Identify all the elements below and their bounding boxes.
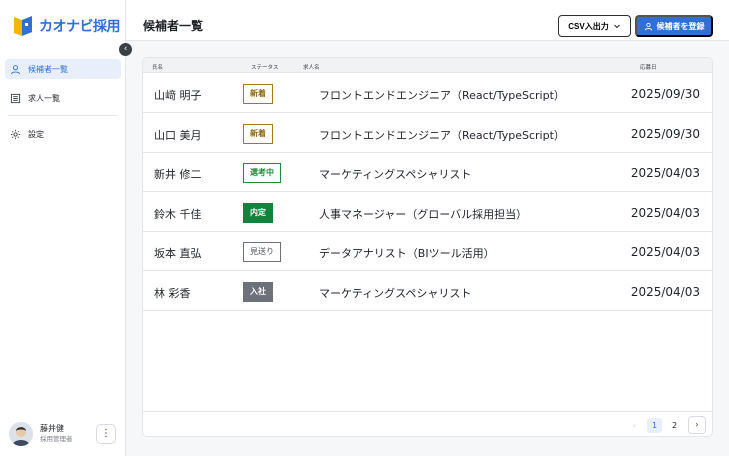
avatar (9, 422, 33, 446)
register-candidate-button[interactable]: 候補者を登録 (635, 15, 713, 37)
sidebar-collapse-button[interactable]: ‹ (119, 43, 132, 56)
sidebar-item-label: 求人一覧 (28, 93, 60, 103)
candidate-name: 坂本 直弘 (154, 247, 202, 260)
column-header-name[interactable]: 氏名 (152, 63, 163, 71)
sidebar-item-label: 設定 (28, 129, 44, 139)
chevron-down-icon (613, 24, 620, 29)
applied-date: 2025/09/30 (630, 127, 700, 141)
candidate-name: 林 彩香 (154, 287, 191, 300)
status-badge: 選考中 (243, 163, 281, 183)
applied-date: 2025/04/03 (630, 245, 700, 259)
table-row[interactable]: 山﨑 明子 新着 フロントエンドエンジニア（React/TypeScript） … (143, 74, 712, 113)
column-header-status[interactable]: ステータス (251, 63, 279, 71)
sidebar-item-candidates[interactable]: 候補者一覧 (5, 59, 121, 79)
applied-date: 2025/04/03 (630, 206, 700, 220)
pagination-next-button[interactable]: › (688, 416, 706, 434)
sidebar-item-label: 候補者一覧 (28, 64, 68, 74)
user-role: 採用管理者 (40, 435, 73, 443)
column-header-job[interactable]: 求人名 (303, 63, 320, 71)
register-button-label: 候補者を登録 (656, 21, 705, 31)
job-title: データアナリスト（BIツール活用） (319, 247, 495, 260)
pagination-divider (143, 411, 712, 412)
chevron-left-icon: ‹ (123, 44, 128, 54)
gear-icon (10, 129, 21, 139)
candidate-name: 鈴木 千佳 (154, 208, 202, 221)
pagination-page-1[interactable]: 1 (647, 418, 662, 433)
job-title: 人事マネージャー（グローバル採用担当） (319, 208, 528, 221)
table-row[interactable]: 鈴木 千佳 内定 人事マネージャー（グローバル採用担当） 2025/04/03 (143, 193, 712, 232)
user-icon (10, 64, 21, 74)
table-row[interactable]: 林 彩香 入社 マーケティングスペシャリスト 2025/04/03 (143, 272, 712, 311)
table-row[interactable]: 新井 修二 選考中 マーケティングスペシャリスト 2025/04/03 (143, 153, 712, 192)
app-logo[interactable]: カオナビ採用 (12, 14, 121, 38)
candidate-table: 氏名 ステータス 求人名 応募日 山﨑 明子 新着 フロントエンドエンジニア（R… (142, 57, 713, 437)
applied-date: 2025/04/03 (630, 166, 700, 180)
table-row[interactable]: 山口 美月 新着 フロントエンドエンジニア（React/TypeScript） … (143, 114, 712, 153)
user-profile: 藤井健 採用管理者 ⋮ (5, 418, 121, 450)
job-title: マーケティングスペシャリスト (319, 168, 472, 181)
kebab-icon: ⋮ (101, 428, 111, 439)
topbar: 候補者一覧 CSV入出力 候補者を登録 (126, 0, 729, 41)
user-add-icon (644, 22, 652, 30)
user-name: 藤井健 (40, 424, 64, 433)
list-icon (10, 93, 21, 103)
job-title: フロントエンドエンジニア（React/TypeScript） (319, 89, 565, 102)
csv-import-export-button[interactable]: CSV入出力 (558, 15, 631, 37)
job-title: マーケティングスペシャリスト (319, 287, 472, 300)
sidebar: カオナビ採用 候補者一覧 求人一覧 設定 藤井健 採用管理者 ⋮ (0, 0, 126, 456)
candidate-name: 山﨑 明子 (154, 89, 202, 102)
status-badge: 入社 (243, 282, 273, 302)
user-menu-button[interactable]: ⋮ (96, 424, 116, 444)
candidate-name: 山口 美月 (154, 129, 202, 142)
status-badge: 新着 (243, 124, 273, 144)
applied-date: 2025/09/30 (630, 87, 700, 101)
csv-button-label: CSV入出力 (568, 21, 609, 31)
table-header: 氏名 ステータス 求人名 応募日 (143, 58, 712, 73)
sidebar-divider (8, 115, 117, 116)
status-badge: 見送り (243, 242, 281, 262)
sidebar-item-settings[interactable]: 設定 (5, 124, 121, 144)
column-header-date[interactable]: 応募日 (640, 63, 657, 71)
candidate-name: 新井 修二 (154, 168, 202, 181)
status-badge: 内定 (243, 203, 273, 223)
pagination-page-2[interactable]: 2 (667, 418, 682, 433)
table-row[interactable]: 坂本 直弘 見送り データアナリスト（BIツール活用） 2025/04/03 (143, 232, 712, 271)
sidebar-item-jobs[interactable]: 求人一覧 (5, 88, 121, 108)
page-title: 候補者一覧 (143, 19, 204, 33)
pagination-prev-button[interactable]: ‹ (627, 418, 642, 433)
applied-date: 2025/04/03 (630, 285, 700, 299)
logo-icon (12, 14, 34, 38)
logo-text: カオナビ採用 (39, 19, 121, 35)
job-title: フロントエンドエンジニア（React/TypeScript） (319, 129, 565, 142)
status-badge: 新着 (243, 84, 273, 104)
